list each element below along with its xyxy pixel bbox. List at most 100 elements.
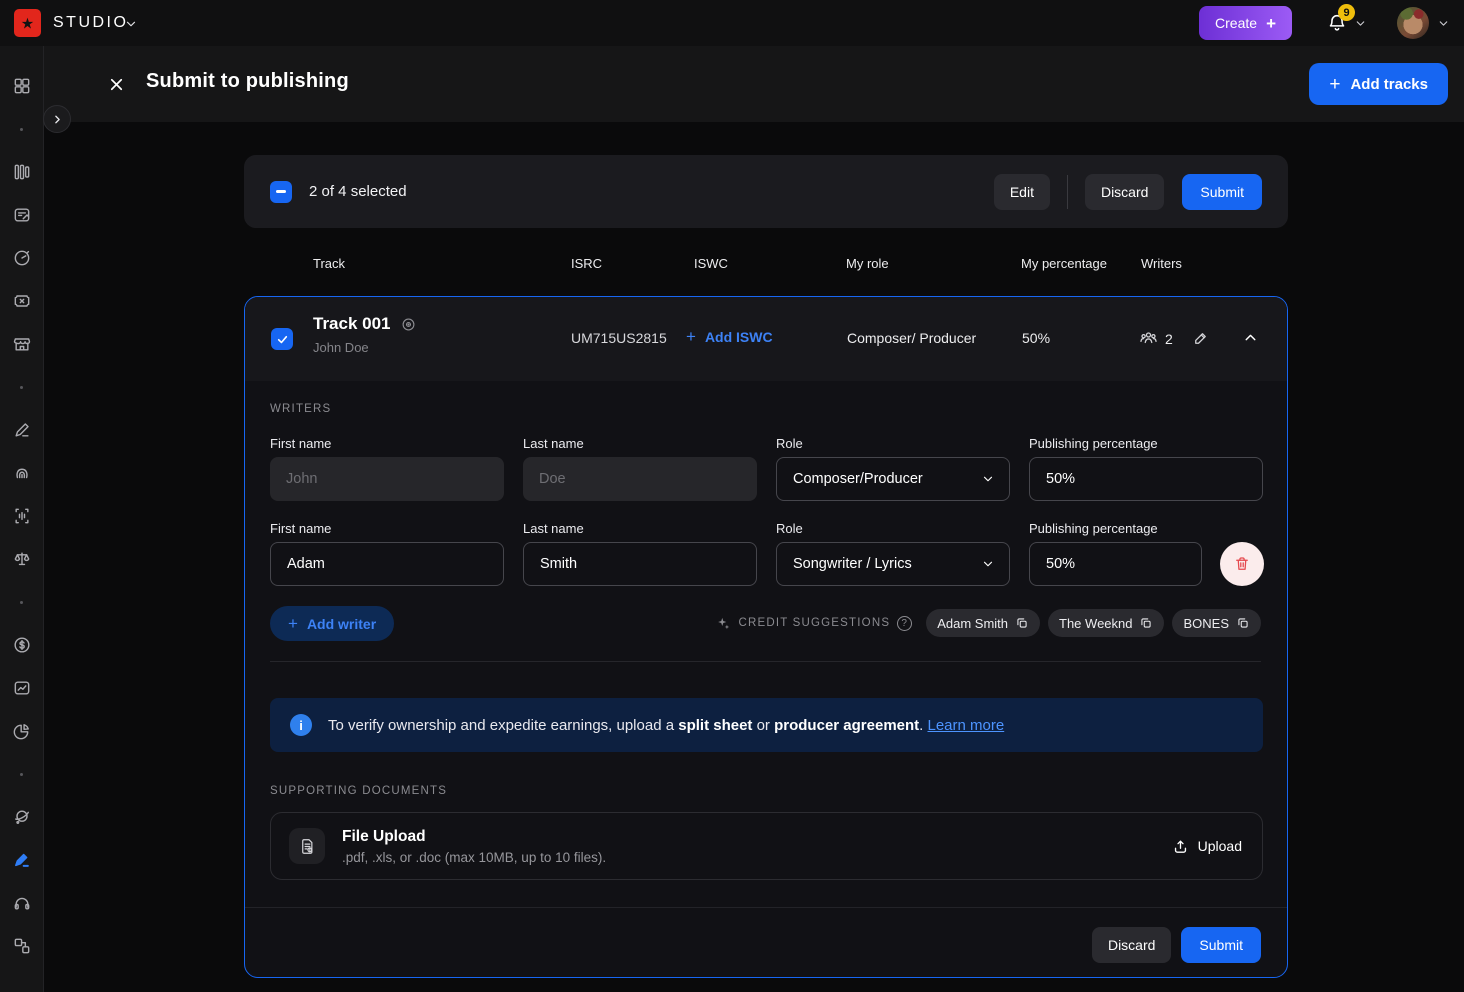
- column-header-isrc: ISRC: [571, 256, 602, 271]
- insights-chart-icon[interactable]: [10, 676, 34, 700]
- dashboard-grid-icon[interactable]: [10, 74, 34, 98]
- chevron-down-icon: [981, 557, 995, 571]
- plus-icon: +: [1329, 75, 1340, 94]
- last-name-input[interactable]: [523, 457, 757, 501]
- create-button[interactable]: Create+: [1199, 6, 1292, 40]
- plus-icon: +: [686, 327, 696, 347]
- publishing-pen-icon[interactable]: [10, 848, 34, 872]
- credit-suggestions: CREDIT SUGGESTIONS ? Adam Smith The Week…: [716, 609, 1261, 637]
- sparkle-icon: [716, 616, 731, 631]
- bandlab-logo[interactable]: ★: [14, 9, 41, 37]
- suggestion-chip[interactable]: The Weeknd: [1048, 609, 1164, 637]
- column-header-track: Track: [313, 256, 345, 271]
- gauge-icon[interactable]: [10, 246, 34, 270]
- writers-section-label: WRITERS: [270, 403, 331, 415]
- notes-edit-icon[interactable]: [10, 203, 34, 227]
- avatar: [1397, 7, 1429, 39]
- planet-icon[interactable]: [10, 805, 34, 829]
- chevron-down-icon: [981, 472, 995, 486]
- track-writers-cell: 2: [1138, 328, 1210, 349]
- suggestion-chip[interactable]: BONES: [1172, 609, 1261, 637]
- sidebar-expand-button[interactable]: [43, 105, 71, 133]
- file-upload-card: File Upload .pdf, .xls, or .doc (max 10M…: [270, 812, 1263, 880]
- headphones-icon[interactable]: [10, 891, 34, 915]
- select-all-checkbox[interactable]: [270, 181, 292, 203]
- add-writer-button[interactable]: +Add writer: [270, 606, 394, 641]
- credit-suggestions-label-group: CREDIT SUGGESTIONS ?: [716, 616, 912, 631]
- first-name-label: First name: [270, 521, 331, 536]
- sidebar-separator-dot: [10, 375, 34, 399]
- notifications-chevron-down-icon: [1354, 17, 1367, 30]
- writers-group-icon: [1138, 328, 1159, 349]
- plus-icon: +: [1266, 15, 1276, 32]
- earnings-dollar-icon[interactable]: [10, 633, 34, 657]
- topbar-actions: Create+ 9: [1199, 0, 1450, 46]
- track-title: Track 001: [313, 314, 391, 334]
- ticket-icon[interactable]: [10, 289, 34, 313]
- pen-icon[interactable]: [10, 418, 34, 442]
- store-icon[interactable]: [10, 332, 34, 356]
- track-title-block: Track 001 John Doe: [313, 314, 417, 355]
- selection-actions: Edit Discard Submit: [994, 174, 1262, 210]
- document-paperclip-icon: [298, 837, 317, 856]
- page-title: Submit to publishing: [146, 70, 349, 93]
- integrations-shapes-icon[interactable]: [10, 934, 34, 958]
- publishing-percentage-input[interactable]: [1029, 542, 1202, 586]
- table-header-row: Track ISRC ISWC My role My percentage Wr…: [244, 256, 1288, 276]
- first-name-input[interactable]: [270, 457, 504, 501]
- selection-bar: 2 of 4 selected Edit Discard Submit: [244, 155, 1288, 228]
- file-upload-text: File Upload .pdf, .xls, or .doc (max 10M…: [342, 828, 606, 865]
- copy-icon: [1139, 616, 1153, 630]
- file-upload-subtitle: .pdf, .xls, or .doc (max 10MB, up to 10 …: [342, 850, 606, 865]
- sidebar-separator-dot: [10, 117, 34, 141]
- submit-button[interactable]: Submit: [1181, 927, 1261, 963]
- selection-count: 2 of 4 selected: [309, 183, 407, 200]
- column-header-my-percentage: My percentage: [1021, 256, 1107, 271]
- collapse-chevron-up-icon[interactable]: [1242, 329, 1259, 346]
- account-chevron-down-icon: [1437, 17, 1450, 30]
- account-menu[interactable]: [1397, 7, 1450, 39]
- edit-writers-pencil-icon[interactable]: [1191, 329, 1210, 348]
- add-tracks-button[interactable]: +Add tracks: [1309, 63, 1448, 105]
- publishing-percentage-label: Publishing percentage: [1029, 436, 1158, 451]
- info-banner: i To verify ownership and expedite earni…: [270, 698, 1263, 752]
- last-name-label: Last name: [523, 436, 584, 451]
- file-icon-box: [289, 828, 325, 864]
- help-icon[interactable]: ?: [897, 616, 912, 631]
- column-header-writers: Writers: [1141, 256, 1182, 271]
- brand-chevron-down-icon[interactable]: [124, 17, 138, 31]
- delete-writer-button[interactable]: [1220, 542, 1264, 586]
- discard-button[interactable]: Discard: [1092, 927, 1171, 963]
- copy-icon: [1236, 616, 1250, 630]
- column-header-my-role: My role: [846, 256, 889, 271]
- notifications[interactable]: 9: [1326, 12, 1367, 34]
- waveform-brackets-icon[interactable]: [10, 504, 34, 528]
- add-iswc-link[interactable]: +Add ISWC: [686, 327, 773, 347]
- edit-button[interactable]: Edit: [994, 174, 1050, 210]
- role-select[interactable]: Composer/Producer: [776, 457, 1010, 501]
- suggestion-chip[interactable]: Adam Smith: [926, 609, 1040, 637]
- brand-name: STUDIO: [53, 0, 128, 46]
- upload-button[interactable]: Upload: [1172, 838, 1242, 855]
- library-columns-icon[interactable]: [10, 160, 34, 184]
- scales-icon[interactable]: [10, 547, 34, 571]
- last-name-input[interactable]: [523, 542, 757, 586]
- discard-button[interactable]: Discard: [1085, 174, 1164, 210]
- track-percentage: 50%: [1022, 330, 1050, 346]
- submit-button[interactable]: Submit: [1182, 174, 1262, 210]
- pie-chart-icon[interactable]: [10, 719, 34, 743]
- close-icon[interactable]: [105, 73, 127, 95]
- learn-more-link[interactable]: Learn more: [928, 717, 1005, 734]
- sidebar-separator-dot: [10, 590, 34, 614]
- info-banner-text: To verify ownership and expedite earning…: [328, 717, 1004, 734]
- publishing-percentage-input[interactable]: [1029, 457, 1263, 501]
- sidebar-separator-dot: [10, 762, 34, 786]
- fingerprint-icon[interactable]: [10, 461, 34, 485]
- role-label: Role: [776, 521, 803, 536]
- first-name-input[interactable]: [270, 542, 504, 586]
- role-select[interactable]: Songwriter / Lyrics: [776, 542, 1010, 586]
- track-artist: John Doe: [313, 340, 417, 355]
- divider: [1067, 175, 1068, 209]
- track-checkbox[interactable]: [271, 328, 293, 350]
- track-row: Track 001 John Doe UM715US2815 +Add ISWC…: [245, 297, 1287, 381]
